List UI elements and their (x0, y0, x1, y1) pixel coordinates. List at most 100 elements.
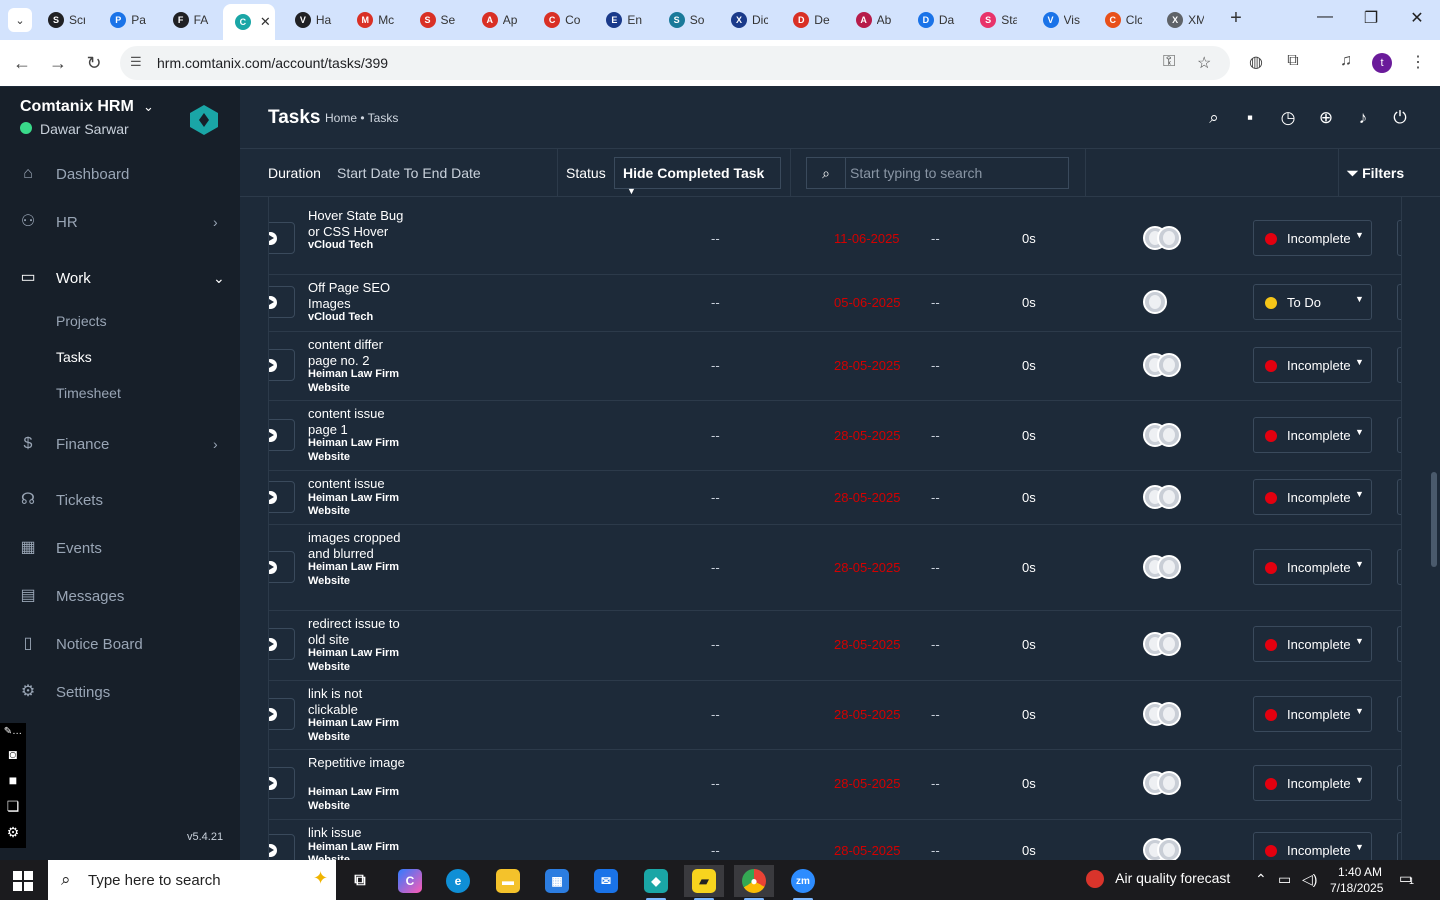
site-info-icon[interactable]: ☰ (130, 54, 142, 70)
sidebar-item-work[interactable]: ▭ Work ⌄ (0, 260, 240, 296)
sidebar-item-finance[interactable]: $ Finance › (0, 426, 240, 462)
assignee-avatar[interactable] (1157, 485, 1181, 509)
task-status-dropdown[interactable]: Incomplete ▼ (1253, 479, 1372, 515)
sidebar-item-messages[interactable]: ▤ Messages (0, 578, 240, 614)
new-tab-button[interactable]: + (1225, 8, 1247, 30)
assignee-avatar[interactable] (1143, 290, 1167, 314)
table-row[interactable]: Off Page SEO Images vCloud Tech -- 05-06-20… (269, 275, 1401, 332)
browser-tab[interactable]: V Vis (1031, 6, 1091, 34)
sticky-notes-app-icon[interactable]: ▰ (684, 865, 724, 900)
media-control-icon[interactable]: ♫ (1335, 52, 1357, 70)
start-timer-button[interactable] (269, 834, 295, 860)
browser-tab[interactable]: S Sta (968, 6, 1028, 34)
browser-tab[interactable]: P Pa (98, 6, 158, 34)
assignee-avatar[interactable] (1157, 838, 1181, 860)
duration-range-picker[interactable]: Start Date To End Date (337, 165, 481, 181)
table-row[interactable]: content issue Heiman Law Firm Website -- 28… (269, 471, 1401, 525)
search-input[interactable] (847, 158, 1067, 188)
task-project-name[interactable]: Heiman Law Firm Website (308, 647, 418, 674)
sidebar-item-notice-board[interactable]: ▯ Notice Board (0, 626, 240, 662)
ms-store-icon[interactable]: ▦ (537, 865, 577, 897)
assignee-avatar[interactable] (1157, 702, 1181, 726)
task-status-dropdown[interactable]: Incomplete ▼ (1253, 220, 1372, 256)
taskbar-search[interactable]: ⌕ Type here to search ✦ (48, 860, 336, 900)
extensions-icon[interactable]: ⧉ (1282, 52, 1304, 70)
task-status-dropdown[interactable]: To Do ▼ (1253, 284, 1372, 320)
file-explorer-icon[interactable]: ▬ (488, 865, 528, 897)
sidebar-subitem-timesheet[interactable]: Timesheet (56, 385, 121, 401)
sidebar-item-settings[interactable]: ⚙ Settings (0, 674, 240, 710)
task-name-link[interactable]: redirect issue to old site (308, 616, 408, 647)
row-action-button[interactable] (1397, 549, 1401, 585)
task-name-link[interactable]: link issue (308, 825, 408, 841)
browser-tab[interactable]: E En (594, 6, 654, 34)
scrollbar[interactable] (1428, 197, 1440, 860)
row-action-button[interactable] (1397, 347, 1401, 383)
task-name-link[interactable]: images cropped and blurred (308, 530, 408, 561)
table-row[interactable]: Repetitive image Heiman Law Firm Website -… (269, 750, 1401, 820)
task-project-name[interactable]: vCloud Tech (308, 239, 418, 253)
row-action-button[interactable] (1397, 220, 1401, 256)
zoom-icon[interactable]: zm (783, 865, 823, 900)
tray-chevron-icon[interactable]: ⌃ (1255, 871, 1267, 888)
table-row[interactable]: content issue page 1 Heiman Law Firm Webs… (269, 401, 1401, 471)
assignee-avatar[interactable] (1157, 226, 1181, 250)
sidebar-item-dashboard[interactable]: ⌂ Dashboard (0, 156, 240, 192)
sidebar-item-hr[interactable]: ⚇ HR › (0, 204, 240, 240)
start-timer-button[interactable] (269, 349, 295, 381)
browser-tab[interactable]: V Ha (283, 6, 343, 34)
browser-menu-icon[interactable]: ⋮ (1407, 52, 1429, 72)
browser-tab[interactable]: S So (657, 6, 717, 34)
assignee-avatar[interactable] (1157, 632, 1181, 656)
task-project-name[interactable]: Heiman Law Firm Website (308, 368, 418, 395)
notification-center-icon[interactable]: ▭ 1 (1399, 870, 1421, 890)
browser-tab[interactable]: C ✕ (222, 4, 275, 40)
sticky-notes-icon[interactable]: ▪ (1239, 107, 1261, 129)
browser-tab[interactable]: C Co (532, 6, 592, 34)
row-action-button[interactable] (1397, 417, 1401, 453)
pen-icon[interactable]: ✎… (0, 723, 26, 741)
video-icon[interactable]: ■ (0, 767, 26, 793)
task-project-name[interactable]: vCloud Tech (308, 311, 418, 325)
table-row[interactable]: link issue Heiman Law Firm Website -- 28-05… (269, 820, 1401, 861)
window-icon[interactable]: ❏ (0, 793, 26, 819)
maximize-button[interactable]: ❐ (1356, 8, 1386, 28)
table-row[interactable]: images cropped and blurred Heiman Law Fir… (269, 525, 1401, 611)
task-status-dropdown[interactable]: Incomplete ▼ (1253, 549, 1372, 585)
row-action-button[interactable] (1397, 626, 1401, 662)
address-bar[interactable]: ☰ hrm.comtanix.com/account/tasks/399 ⚿ ☆ (120, 46, 1230, 80)
browser-tab[interactable]: A Ap (470, 6, 530, 34)
task-project-name[interactable]: Heiman Law Firm Website (308, 561, 418, 588)
start-timer-button[interactable] (269, 481, 295, 513)
task-name-link[interactable]: content differ page no. 2 (308, 337, 408, 368)
assignee-avatar[interactable] (1157, 555, 1181, 579)
bookmark-star-icon[interactable]: ☆ (1197, 53, 1211, 73)
clock-icon[interactable]: ◷ (1277, 107, 1299, 129)
task-view-icon[interactable]: ⧉ (340, 865, 380, 897)
start-timer-button[interactable] (269, 767, 295, 799)
sidebar-item-events[interactable]: ▦ Events (0, 530, 240, 566)
task-project-name[interactable]: Heiman Law Firm Website (308, 492, 418, 519)
bell-icon[interactable]: ♪ (1352, 107, 1374, 129)
translate-icon[interactable]: ◍ (1245, 52, 1267, 72)
minimize-button[interactable]: — (1310, 8, 1340, 26)
start-timer-button[interactable] (269, 286, 295, 318)
power-icon[interactable]: ⏻ (1389, 107, 1411, 129)
task-name-link[interactable]: link is not clickable (308, 686, 408, 717)
breadcrumb[interactable]: Home • Tasks (325, 111, 398, 125)
task-project-name[interactable]: Heiman Law Firm Website (308, 841, 418, 861)
task-project-name[interactable]: Heiman Law Firm Website (308, 437, 418, 464)
network-icon[interactable]: ▭ (1278, 871, 1291, 888)
sidebar-subitem-tasks[interactable]: Tasks (56, 349, 92, 365)
browser-tab[interactable]: D De (781, 6, 841, 34)
task-status-dropdown[interactable]: Incomplete ▼ (1253, 832, 1372, 860)
forward-button[interactable]: → (46, 51, 70, 75)
browser-tab[interactable]: A Ab (844, 6, 904, 34)
weather-widget[interactable]: Air quality forecast (1086, 870, 1230, 889)
user-name[interactable]: Dawar Sarwar (40, 121, 129, 137)
sidebar-subitem-projects[interactable]: Projects (56, 313, 107, 329)
row-action-button[interactable] (1397, 832, 1401, 860)
start-timer-button[interactable] (269, 698, 295, 730)
camera-icon[interactable]: ◙ (0, 741, 26, 767)
table-row[interactable]: link is not clickable Heiman Law Firm Web… (269, 681, 1401, 750)
